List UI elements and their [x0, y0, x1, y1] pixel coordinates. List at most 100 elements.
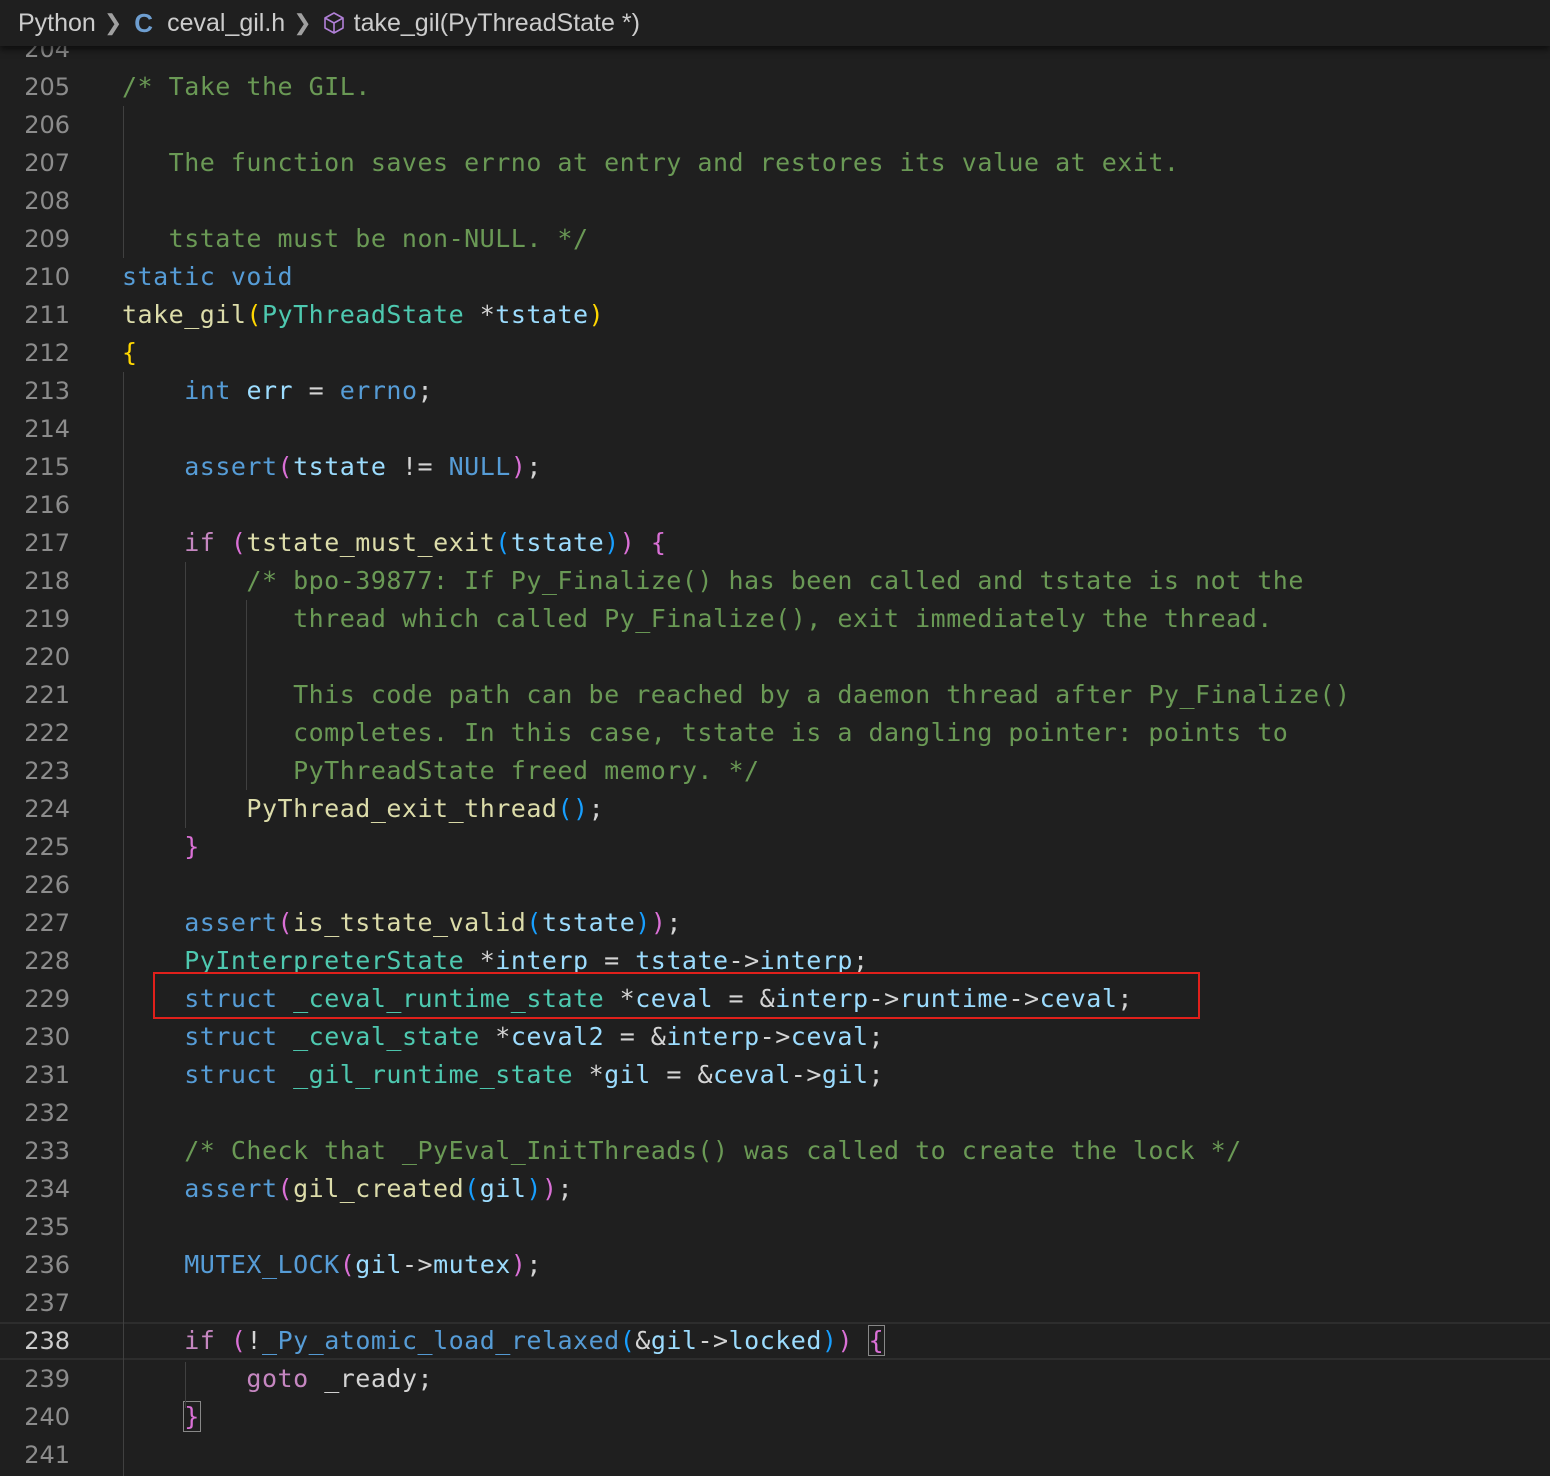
code-text[interactable]: tstate must be non-NULL. */ — [122, 220, 589, 258]
line-number[interactable]: 205 — [0, 68, 70, 106]
code-text[interactable]: assert(gil_created(gil)); — [122, 1170, 573, 1208]
code-line[interactable]: 236 MUTEX_LOCK(gil->mutex); — [0, 1246, 1550, 1284]
code-text[interactable]: struct _ceval_state *ceval2 = &interp->c… — [122, 1018, 884, 1056]
code-line[interactable]: 241 — [0, 1436, 1550, 1474]
line-number[interactable]: 208 — [0, 182, 70, 220]
line-number[interactable]: 213 — [0, 372, 70, 410]
code-line[interactable]: 240 } — [0, 1398, 1550, 1436]
code-line[interactable]: 215 assert(tstate != NULL); — [0, 448, 1550, 486]
code-line[interactable]: 213 int err = errno; — [0, 372, 1550, 410]
code-text[interactable]: if (tstate_must_exit(tstate)) { — [122, 524, 666, 562]
line-number[interactable]: 215 — [0, 448, 70, 486]
code-line[interactable]: 224 PyThread_exit_thread(); — [0, 790, 1550, 828]
code-line[interactable]: 233 /* Check that _PyEval_InitThreads() … — [0, 1132, 1550, 1170]
code-text[interactable]: struct _gil_runtime_state *gil = &ceval-… — [122, 1056, 884, 1094]
code-text[interactable]: /* Take the GIL. — [122, 68, 371, 106]
code-text[interactable]: assert(tstate != NULL); — [122, 448, 542, 486]
code-line[interactable]: 226 — [0, 866, 1550, 904]
code-line[interactable]: 210 static void — [0, 258, 1550, 296]
code-text[interactable]: assert(is_tstate_valid(tstate)); — [122, 904, 682, 942]
code-line[interactable]: 217 if (tstate_must_exit(tstate)) { — [0, 524, 1550, 562]
line-number[interactable]: 235 — [0, 1208, 70, 1246]
code-line[interactable]: 223 PyThreadState freed memory. */ — [0, 752, 1550, 790]
line-number[interactable]: 225 — [0, 828, 70, 866]
line-number[interactable]: 209 — [0, 220, 70, 258]
line-number[interactable]: 228 — [0, 942, 70, 980]
line-number[interactable]: 232 — [0, 1094, 70, 1132]
line-number[interactable]: 223 — [0, 752, 70, 790]
code-line[interactable]: 211 take_gil(PyThreadState *tstate) — [0, 296, 1550, 334]
code-line[interactable]: 207 The function saves errno at entry an… — [0, 144, 1550, 182]
line-number[interactable]: 212 — [0, 334, 70, 372]
code-text[interactable]: } — [122, 828, 200, 866]
code-text[interactable]: PyThreadState freed memory. */ — [122, 752, 760, 790]
line-number[interactable]: 211 — [0, 296, 70, 334]
line-number[interactable]: 240 — [0, 1398, 70, 1436]
line-number[interactable]: 217 — [0, 524, 70, 562]
code-text[interactable]: /* bpo-39877: If Py_Finalize() has been … — [122, 562, 1304, 600]
line-number[interactable]: 218 — [0, 562, 70, 600]
line-number[interactable]: 210 — [0, 258, 70, 296]
line-number[interactable]: 222 — [0, 714, 70, 752]
code-line[interactable]: 219 thread which called Py_Finalize(), e… — [0, 600, 1550, 638]
line-number[interactable]: 239 — [0, 1360, 70, 1398]
line-number[interactable]: 226 — [0, 866, 70, 904]
line-number[interactable]: 216 — [0, 486, 70, 524]
code-text[interactable]: int err = errno; — [122, 372, 433, 410]
code-text[interactable]: goto _ready; — [122, 1360, 433, 1398]
code-text[interactable]: } — [122, 1398, 201, 1436]
code-text[interactable]: PyThread_exit_thread(); — [122, 790, 604, 828]
line-number[interactable]: 231 — [0, 1056, 70, 1094]
code-line[interactable]: 218 /* bpo-39877: If Py_Finalize() has b… — [0, 562, 1550, 600]
code-line[interactable]: 232 — [0, 1094, 1550, 1132]
line-number[interactable]: 214 — [0, 410, 70, 448]
code-editor[interactable]: 204 205/* Take the GIL. 206 207 The functio… — [0, 0, 1550, 1476]
code-line[interactable]: 208 — [0, 182, 1550, 220]
code-text[interactable]: The function saves errno at entry and re… — [122, 144, 1180, 182]
line-number[interactable]: 236 — [0, 1246, 70, 1284]
line-number[interactable]: 234 — [0, 1170, 70, 1208]
line-number[interactable]: 227 — [0, 904, 70, 942]
code-line[interactable]: 231 struct _gil_runtime_state *gil = &ce… — [0, 1056, 1550, 1094]
code-line[interactable]: 227 assert(is_tstate_valid(tstate)); — [0, 904, 1550, 942]
line-number[interactable]: 237 — [0, 1284, 70, 1322]
line-number[interactable]: 230 — [0, 1018, 70, 1056]
line-number[interactable]: 233 — [0, 1132, 70, 1170]
line-number[interactable]: 221 — [0, 676, 70, 714]
breadcrumb-item-file[interactable]: ceval_gil.h — [167, 9, 285, 38]
code-line[interactable]: 238 if (!_Py_atomic_load_relaxed(&gil->l… — [0, 1322, 1550, 1360]
line-number[interactable]: 220 — [0, 638, 70, 676]
code-line[interactable]: 239 goto _ready; — [0, 1360, 1550, 1398]
code-line[interactable]: 214 — [0, 410, 1550, 448]
line-number[interactable]: 229 — [0, 980, 70, 1018]
line-number[interactable]: 238 — [0, 1324, 70, 1358]
code-line[interactable]: 237 — [0, 1284, 1550, 1322]
code-line[interactable]: 209 tstate must be non-NULL. */ — [0, 220, 1550, 258]
line-number[interactable]: 219 — [0, 600, 70, 638]
code-line[interactable]: 206 — [0, 106, 1550, 144]
code-text[interactable]: take_gil(PyThreadState *tstate) — [122, 296, 604, 334]
line-number[interactable]: 207 — [0, 144, 70, 182]
code-line[interactable]: 221 This code path can be reached by a d… — [0, 676, 1550, 714]
code-line[interactable]: 222 completes. In this case, tstate is a… — [0, 714, 1550, 752]
code-text[interactable]: MUTEX_LOCK(gil->mutex); — [122, 1246, 542, 1284]
code-line[interactable]: 230 struct _ceval_state *ceval2 = &inter… — [0, 1018, 1550, 1056]
code-text[interactable]: { — [122, 334, 138, 372]
code-text[interactable]: static void — [122, 258, 293, 296]
code-text[interactable]: thread which called Py_Finalize(), exit … — [122, 600, 1273, 638]
line-number[interactable]: 241 — [0, 1436, 70, 1474]
code-line[interactable]: 216 — [0, 486, 1550, 524]
line-number[interactable]: 224 — [0, 790, 70, 828]
code-text[interactable]: completes. In this case, tstate is a dan… — [122, 714, 1288, 752]
code-line[interactable]: 220 — [0, 638, 1550, 676]
code-text[interactable]: /* Check that _PyEval_InitThreads() was … — [122, 1132, 1242, 1170]
code-line[interactable]: 234 assert(gil_created(gil)); — [0, 1170, 1550, 1208]
breadcrumb-item-symbol[interactable]: take_gil(PyThreadState *) — [354, 9, 640, 38]
code-line[interactable]: 205 /* Take the GIL. — [0, 68, 1550, 106]
code-line[interactable]: 235 — [0, 1208, 1550, 1246]
code-text[interactable]: if (!_Py_atomic_load_relaxed(&gil->locke… — [122, 1324, 886, 1358]
code-line[interactable]: 212 { — [0, 334, 1550, 372]
line-number[interactable]: 206 — [0, 106, 70, 144]
code-text[interactable]: This code path can be reached by a daemo… — [122, 676, 1351, 714]
code-line[interactable]: 225 } — [0, 828, 1550, 866]
